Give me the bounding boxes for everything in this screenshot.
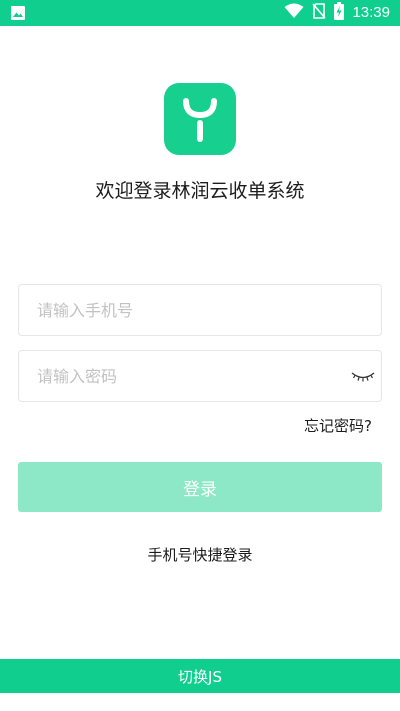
status-icons: 13:39	[284, 0, 390, 26]
password-field[interactable]	[18, 350, 382, 402]
switch-js-button[interactable]: 切换JS	[0, 659, 400, 693]
phone-field[interactable]	[18, 284, 382, 336]
login-button[interactable]: 登录	[18, 462, 382, 512]
login-screen: 13:39 欢迎登录林润云收单系统 忘记密码? 登录 手机号快捷登录	[0, 0, 400, 711]
no-sim-icon	[312, 3, 327, 23]
phone-input[interactable]	[37, 285, 337, 335]
status-time: 13:39	[352, 4, 390, 21]
forgot-password-link[interactable]: 忘记密码?	[304, 414, 372, 438]
app-logo	[164, 83, 236, 155]
status-bar: 13:39	[0, 0, 400, 26]
password-input[interactable]	[37, 351, 337, 401]
eye-closed-icon[interactable]	[351, 368, 375, 384]
image-notification-icon	[10, 5, 26, 21]
battery-charging-icon	[334, 2, 345, 24]
quick-login-link[interactable]: 手机号快捷登录	[0, 543, 400, 567]
app-logo-icon	[183, 98, 217, 142]
welcome-title: 欢迎登录林润云收单系统	[95, 180, 305, 202]
wifi-icon	[284, 3, 304, 23]
